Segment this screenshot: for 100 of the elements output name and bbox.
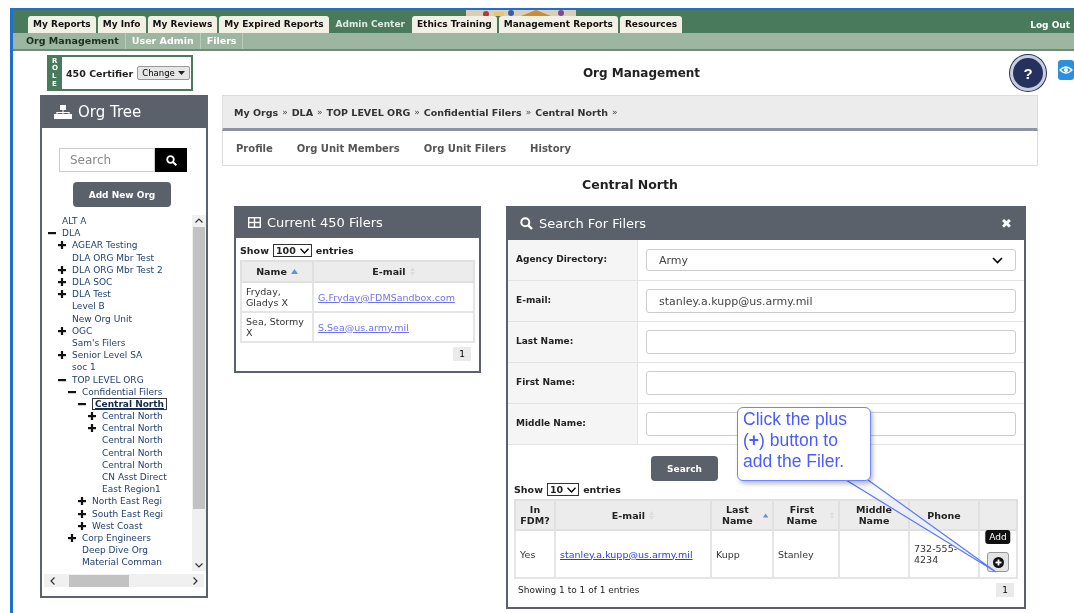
breadcrumb-link[interactable]: Central North (535, 106, 609, 118)
plus-icon[interactable] (58, 326, 66, 335)
tree-item[interactable]: Senior Level SA (72, 350, 143, 361)
nav-tab[interactable]: Resources (619, 16, 683, 33)
search-icon (165, 154, 177, 166)
plus-icon[interactable] (78, 509, 86, 518)
page-title: Org Management (581, 66, 702, 80)
email-link[interactable]: stanley.a.kupp@us.army.mil (560, 548, 693, 560)
column-header[interactable]: Last Name (711, 500, 773, 530)
nav-tab[interactable]: My Expired Reports (219, 16, 329, 33)
search-button[interactable]: Search (651, 456, 718, 481)
tree-item[interactable]: CN Asst Direct (102, 472, 167, 483)
nav-tab[interactable]: My Reviews (147, 16, 218, 33)
tree-item[interactable]: DLA Test (72, 289, 111, 300)
search-field[interactable]: Search (59, 148, 155, 172)
tree-item[interactable]: OGC (72, 325, 93, 336)
tree-item[interactable]: Deep Dive Org (82, 545, 149, 556)
org-tab[interactable]: Profile (236, 142, 273, 154)
org-tab[interactable]: Org Unit Members (296, 142, 400, 154)
scrollbar[interactable] (44, 574, 204, 587)
sort-up-icon (290, 269, 298, 274)
nav-tab[interactable]: My Info (97, 16, 146, 33)
tree-item[interactable]: TOP LEVEL ORG (72, 374, 144, 385)
sort-up-icon (762, 512, 768, 518)
plus-icon[interactable] (58, 278, 66, 287)
tree-item[interactable]: New Org Unit (72, 313, 132, 324)
input-field[interactable]: stanley.a.kupp@us.army.mil (646, 289, 1016, 313)
page-size-select[interactable]: 10 (546, 483, 580, 496)
scrollbar[interactable] (192, 215, 206, 571)
tree-item[interactable]: Material Comman (82, 557, 162, 568)
tree-item[interactable]: AGEAR Testing (72, 240, 138, 251)
input-field[interactable] (646, 371, 1016, 395)
tree-item[interactable]: West Coast (92, 520, 143, 531)
field-label: Last Name: (508, 322, 638, 363)
nav-tab[interactable]: My Reports (28, 16, 96, 33)
column-header[interactable]: Middle Name (839, 500, 909, 530)
close-button[interactable]: ✖ (1001, 215, 1012, 231)
plus-icon[interactable] (78, 521, 86, 530)
tree-item[interactable]: soc 1 (72, 362, 96, 373)
plus-icon[interactable] (68, 533, 76, 542)
tree-item[interactable]: Confidential Filers (82, 386, 163, 397)
column-header[interactable]: E-mail (313, 261, 474, 282)
tree-item[interactable]: South East Regi (92, 508, 163, 519)
page-button[interactable]: 1 (996, 583, 1014, 597)
breadcrumb-link[interactable]: My Orgs (234, 106, 279, 118)
page-button[interactable]: 1 (453, 347, 471, 361)
plus-icon[interactable] (88, 412, 96, 421)
chevron-down-icon (567, 486, 577, 493)
plus-icon[interactable] (58, 265, 66, 274)
logout-link[interactable]: Log Out (1030, 20, 1074, 33)
plus-icon[interactable] (88, 424, 96, 433)
breadcrumb-link[interactable]: DLA (291, 106, 313, 118)
tree-item[interactable]: DLA SOC (72, 277, 113, 288)
tree-item[interactable]: Corp Engineers (82, 532, 151, 543)
tree-item[interactable]: Central North (102, 435, 163, 446)
column-header[interactable]: In FDM? (515, 500, 555, 530)
column-header[interactable]: Phone (909, 500, 979, 530)
chevron-down-icon (195, 563, 203, 568)
tree-item[interactable]: DLA ORG Mbr Test (72, 252, 155, 263)
scroll-thumb[interactable] (193, 227, 205, 509)
tree-item[interactable]: DLA (62, 228, 81, 239)
org-tab[interactable]: History (530, 142, 571, 154)
help-button[interactable]: ? (1010, 55, 1046, 91)
column-header[interactable]: Name (241, 261, 313, 282)
nav-tab[interactable]: Ethics Training (411, 16, 497, 33)
plus-icon[interactable] (58, 241, 66, 250)
eye-icon (1058, 60, 1074, 80)
nav-tab[interactable]: Management Reports (498, 16, 618, 33)
add-new-org-button[interactable]: Add New Org (73, 182, 171, 207)
sub-nav-tab[interactable]: Org Management (20, 33, 126, 49)
tree-item[interactable]: East Region1 (102, 484, 161, 495)
column-header[interactable]: E-mail (555, 500, 711, 530)
agency-select[interactable]: Army (646, 249, 1016, 271)
table-summary: Showing 1 to 1 of 1 entries (518, 585, 640, 595)
org-tab[interactable]: Org Unit Filers (423, 142, 507, 154)
scroll-thumb[interactable] (69, 574, 129, 587)
tree-item[interactable]: Central North (102, 447, 163, 458)
plus-icon[interactable] (58, 351, 66, 360)
tree-item[interactable]: North East Regi (92, 496, 162, 507)
tree-item[interactable]: Central North (102, 459, 163, 470)
tree-item[interactable]: DLA ORG Mbr Test 2 (72, 264, 163, 275)
page-size-select[interactable]: 100 (272, 244, 312, 257)
tree-item[interactable]: Sam's Filers (72, 337, 126, 348)
search-button[interactable] (155, 148, 187, 172)
input-field[interactable] (646, 330, 1016, 354)
add-button[interactable] (987, 552, 1009, 572)
tree-item[interactable]: Level B (72, 301, 105, 312)
tree-item[interactable]: Central North (102, 411, 163, 422)
column-header[interactable]: First Name (773, 500, 839, 530)
tree-item[interactable]: ALT A (62, 216, 87, 227)
plus-icon[interactable] (58, 290, 66, 299)
tree-item[interactable]: Central North (102, 423, 163, 434)
tree-item[interactable]: Central North (92, 397, 167, 410)
change-button[interactable]: Change (137, 66, 190, 80)
show-label: Show (514, 484, 543, 495)
breadcrumb-link[interactable]: Confidential Filers (423, 106, 522, 118)
email-link[interactable]: S.Sea@us.army.mil (318, 321, 409, 333)
breadcrumb-link[interactable]: TOP LEVEL ORG (326, 106, 411, 118)
plus-icon[interactable] (78, 497, 86, 506)
email-link[interactable]: G.Fryday@FDMSandbox.com (318, 291, 456, 303)
